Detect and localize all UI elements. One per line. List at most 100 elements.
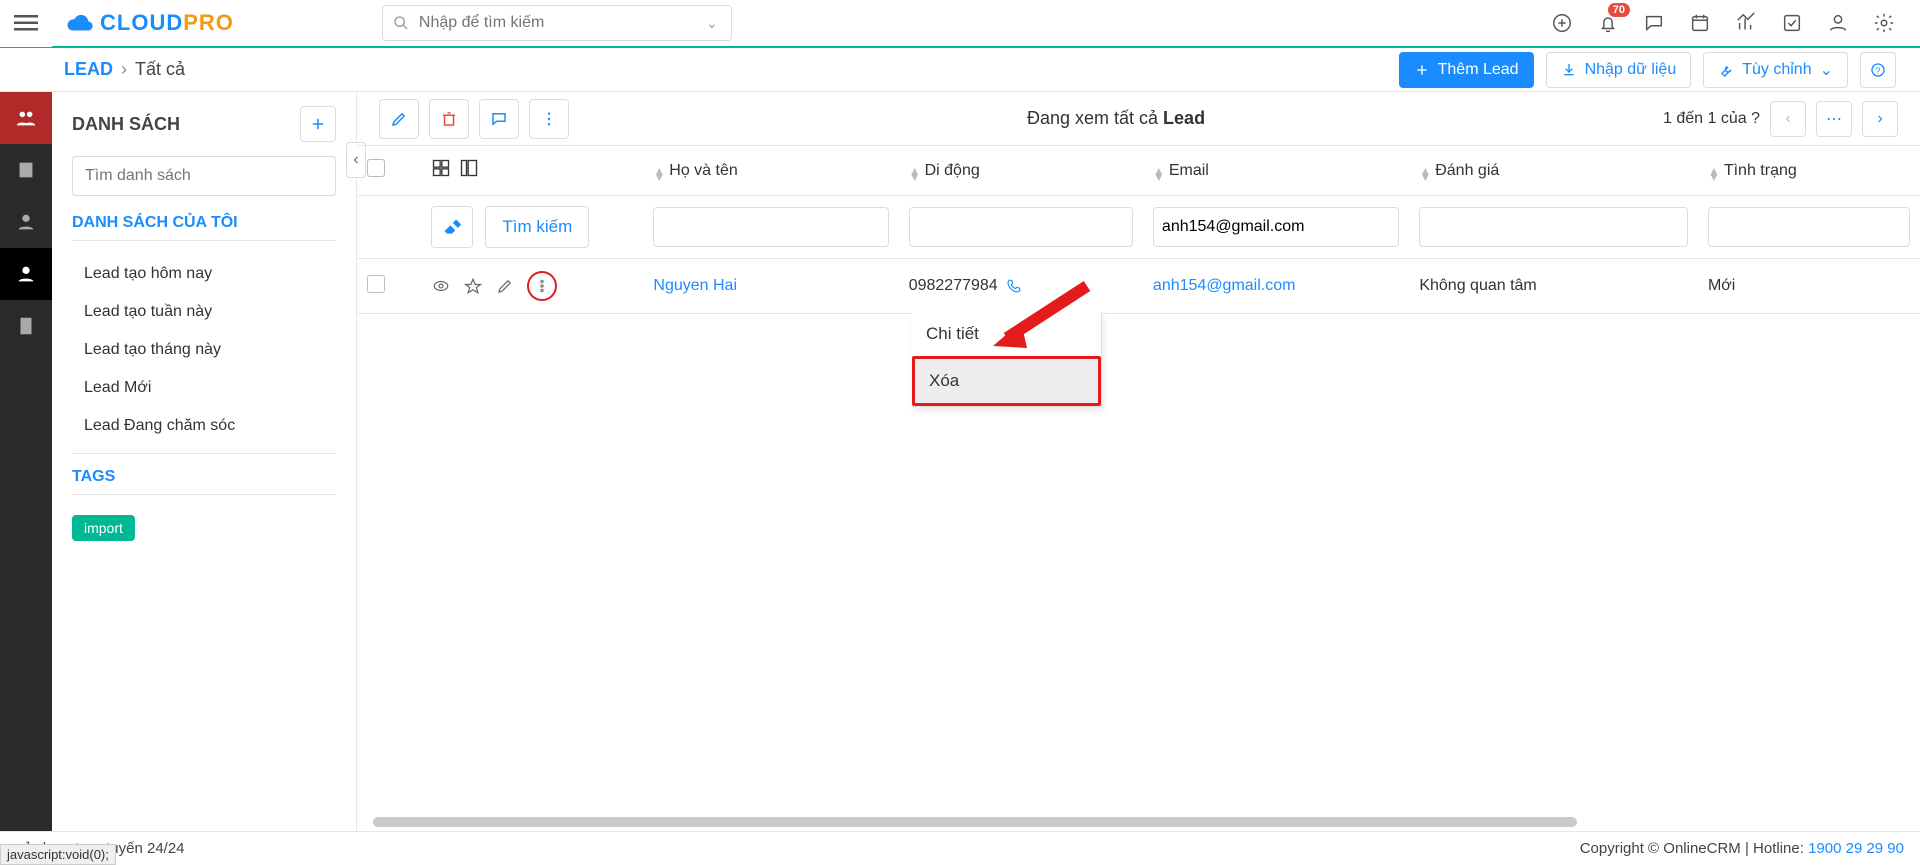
- rail-contact-icon[interactable]: [0, 196, 52, 248]
- filter-name-input[interactable]: [653, 207, 888, 247]
- viewing-prefix: Đang xem tất cả: [1027, 108, 1163, 128]
- filter-mobile-input[interactable]: [909, 207, 1133, 247]
- breadcrumb: LEAD › Tất cả: [64, 59, 185, 80]
- list-item[interactable]: Lead Mới: [72, 369, 336, 407]
- list-item[interactable]: Lead tạo tháng này: [72, 331, 336, 369]
- bulk-edit-button[interactable]: [379, 99, 419, 139]
- pager-prev[interactable]: ‹: [1770, 101, 1806, 137]
- plus-icon: [1414, 62, 1430, 78]
- filter-rating-input[interactable]: [1419, 207, 1688, 247]
- tag-chip-import[interactable]: import: [72, 515, 135, 541]
- row-rating: Không quan tâm: [1409, 259, 1698, 314]
- list-search-input[interactable]: [83, 166, 325, 186]
- quick-create-icon[interactable]: [1550, 11, 1574, 35]
- table-header-row: ▲▼Họ và tên ▲▼Di động ▲▼Email ▲▼Đánh giá…: [357, 146, 1920, 196]
- col-rating[interactable]: ▲▼Đánh giá: [1409, 146, 1698, 196]
- profile-icon[interactable]: [1826, 11, 1850, 35]
- row-context-menu: Chi tiết Xóa: [912, 312, 1102, 407]
- global-search-wrap: ⌄: [382, 5, 732, 41]
- global-search-input[interactable]: [417, 13, 695, 33]
- calendar-icon[interactable]: [1688, 11, 1712, 35]
- menu-toggle[interactable]: [0, 0, 52, 47]
- list-title: DANH SÁCH: [72, 114, 180, 135]
- rail-company-icon[interactable]: [0, 144, 52, 196]
- rail-person-icon[interactable]: [0, 248, 52, 300]
- breadcrumb-module[interactable]: LEAD: [64, 59, 113, 80]
- hotline-link[interactable]: 1900 29 29 90: [1808, 840, 1904, 857]
- list-item[interactable]: Lead Đang chăm sóc: [72, 407, 336, 445]
- eraser-icon: [442, 217, 462, 237]
- search-icon: [393, 15, 409, 31]
- notifications-icon[interactable]: 70: [1596, 11, 1620, 35]
- row-more-icon[interactable]: [527, 271, 557, 301]
- breadcrumb-sep: ›: [121, 59, 127, 80]
- filter-status-input[interactable]: [1708, 207, 1910, 247]
- list-item[interactable]: Lead tạo hôm nay: [72, 255, 336, 293]
- row-view-icon[interactable]: [431, 276, 451, 296]
- add-list-button[interactable]: [300, 106, 336, 142]
- columns-icon: [459, 158, 479, 178]
- row-star-icon[interactable]: [463, 276, 483, 296]
- view-toggle[interactable]: [431, 158, 479, 178]
- brand-cloud: CLOUD: [100, 10, 183, 35]
- footer-right: Copyright © OnlineCRM | Hotline: 1900 29…: [1580, 840, 1904, 857]
- rail-leads-icon[interactable]: [0, 92, 52, 144]
- rail-doc-icon[interactable]: [0, 300, 52, 352]
- pager-next[interactable]: ›: [1862, 101, 1898, 137]
- global-search[interactable]: ⌄: [382, 5, 732, 41]
- filter-email-input[interactable]: [1153, 207, 1399, 247]
- brand-logo[interactable]: CLOUDPRO: [52, 9, 242, 37]
- chat-icon[interactable]: [1642, 11, 1666, 35]
- customize-button[interactable]: Tùy chỉnh ⌄: [1703, 52, 1848, 88]
- phone-icon[interactable]: [1006, 278, 1022, 294]
- settings-icon[interactable]: [1872, 11, 1896, 35]
- import-label: Nhập dữ liệu: [1585, 61, 1677, 79]
- reports-icon[interactable]: [1734, 11, 1758, 35]
- row-actions: [431, 271, 633, 301]
- top-actions: 70: [1550, 11, 1904, 35]
- content: Đang xem tất cả Lead 1 đến 1 của ? ‹ ⋯ ›: [357, 92, 1920, 831]
- menu-item-detail[interactable]: Chi tiết: [912, 312, 1101, 356]
- left-panel: DANH SÁCH DANH SÁCH CỦA TÔI Lead tạo hôm…: [52, 92, 357, 831]
- col-mobile[interactable]: ▲▼Di động: [899, 146, 1143, 196]
- col-status[interactable]: ▲▼Tình trạng: [1698, 146, 1920, 196]
- clear-filters-button[interactable]: [431, 206, 473, 248]
- wrench-icon: [1718, 62, 1734, 78]
- svg-text:?: ?: [1876, 65, 1881, 75]
- search-dropdown-caret[interactable]: ⌄: [703, 15, 721, 32]
- apply-filters-button[interactable]: Tìm kiếm: [485, 206, 589, 248]
- pager-more[interactable]: ⋯: [1816, 101, 1852, 137]
- notification-badge: 70: [1608, 3, 1630, 17]
- plus-icon: [309, 115, 327, 133]
- table-row: Nguyen Hai 0982277984 anh154@gmail.com K…: [357, 259, 1920, 314]
- row-email-link[interactable]: anh154@gmail.com: [1153, 277, 1296, 294]
- divider: [72, 453, 336, 454]
- row-checkbox[interactable]: [367, 275, 385, 293]
- breadcrumb-current: Tất cả: [135, 59, 185, 80]
- col-email[interactable]: ▲▼Email: [1143, 146, 1409, 196]
- list-search[interactable]: [72, 156, 336, 196]
- horizontal-scrollbar[interactable]: [367, 817, 1910, 827]
- brand-pro: PRO: [183, 10, 234, 35]
- list-item[interactable]: Lead tạo tuần này: [72, 293, 336, 331]
- kebab-icon: [540, 110, 558, 128]
- select-all-checkbox[interactable]: [367, 159, 385, 177]
- bulk-more-button[interactable]: [529, 99, 569, 139]
- import-button[interactable]: Nhập dữ liệu: [1546, 52, 1692, 88]
- my-lists-title: DANH SÁCH CỦA TÔI: [72, 214, 336, 232]
- bulk-delete-button[interactable]: [429, 99, 469, 139]
- col-name[interactable]: ▲▼Họ và tên: [643, 146, 898, 196]
- tasks-icon[interactable]: [1780, 11, 1804, 35]
- help-icon: ?: [1870, 62, 1886, 78]
- help-button[interactable]: ?: [1860, 52, 1896, 88]
- row-name-link[interactable]: Nguyen Hai: [653, 277, 737, 294]
- menu-item-delete[interactable]: Xóa: [912, 356, 1101, 406]
- add-lead-button[interactable]: Thêm Lead: [1399, 52, 1534, 88]
- bulk-comment-button[interactable]: [479, 99, 519, 139]
- lead-table: ▲▼Họ và tên ▲▼Di động ▲▼Email ▲▼Đánh giá…: [357, 146, 1920, 817]
- grid-icon: [431, 158, 451, 178]
- row-edit-icon[interactable]: [495, 276, 515, 296]
- tags-title: TAGS: [72, 468, 336, 486]
- chevron-down-icon: ⌄: [1820, 60, 1833, 80]
- comment-icon: [490, 110, 508, 128]
